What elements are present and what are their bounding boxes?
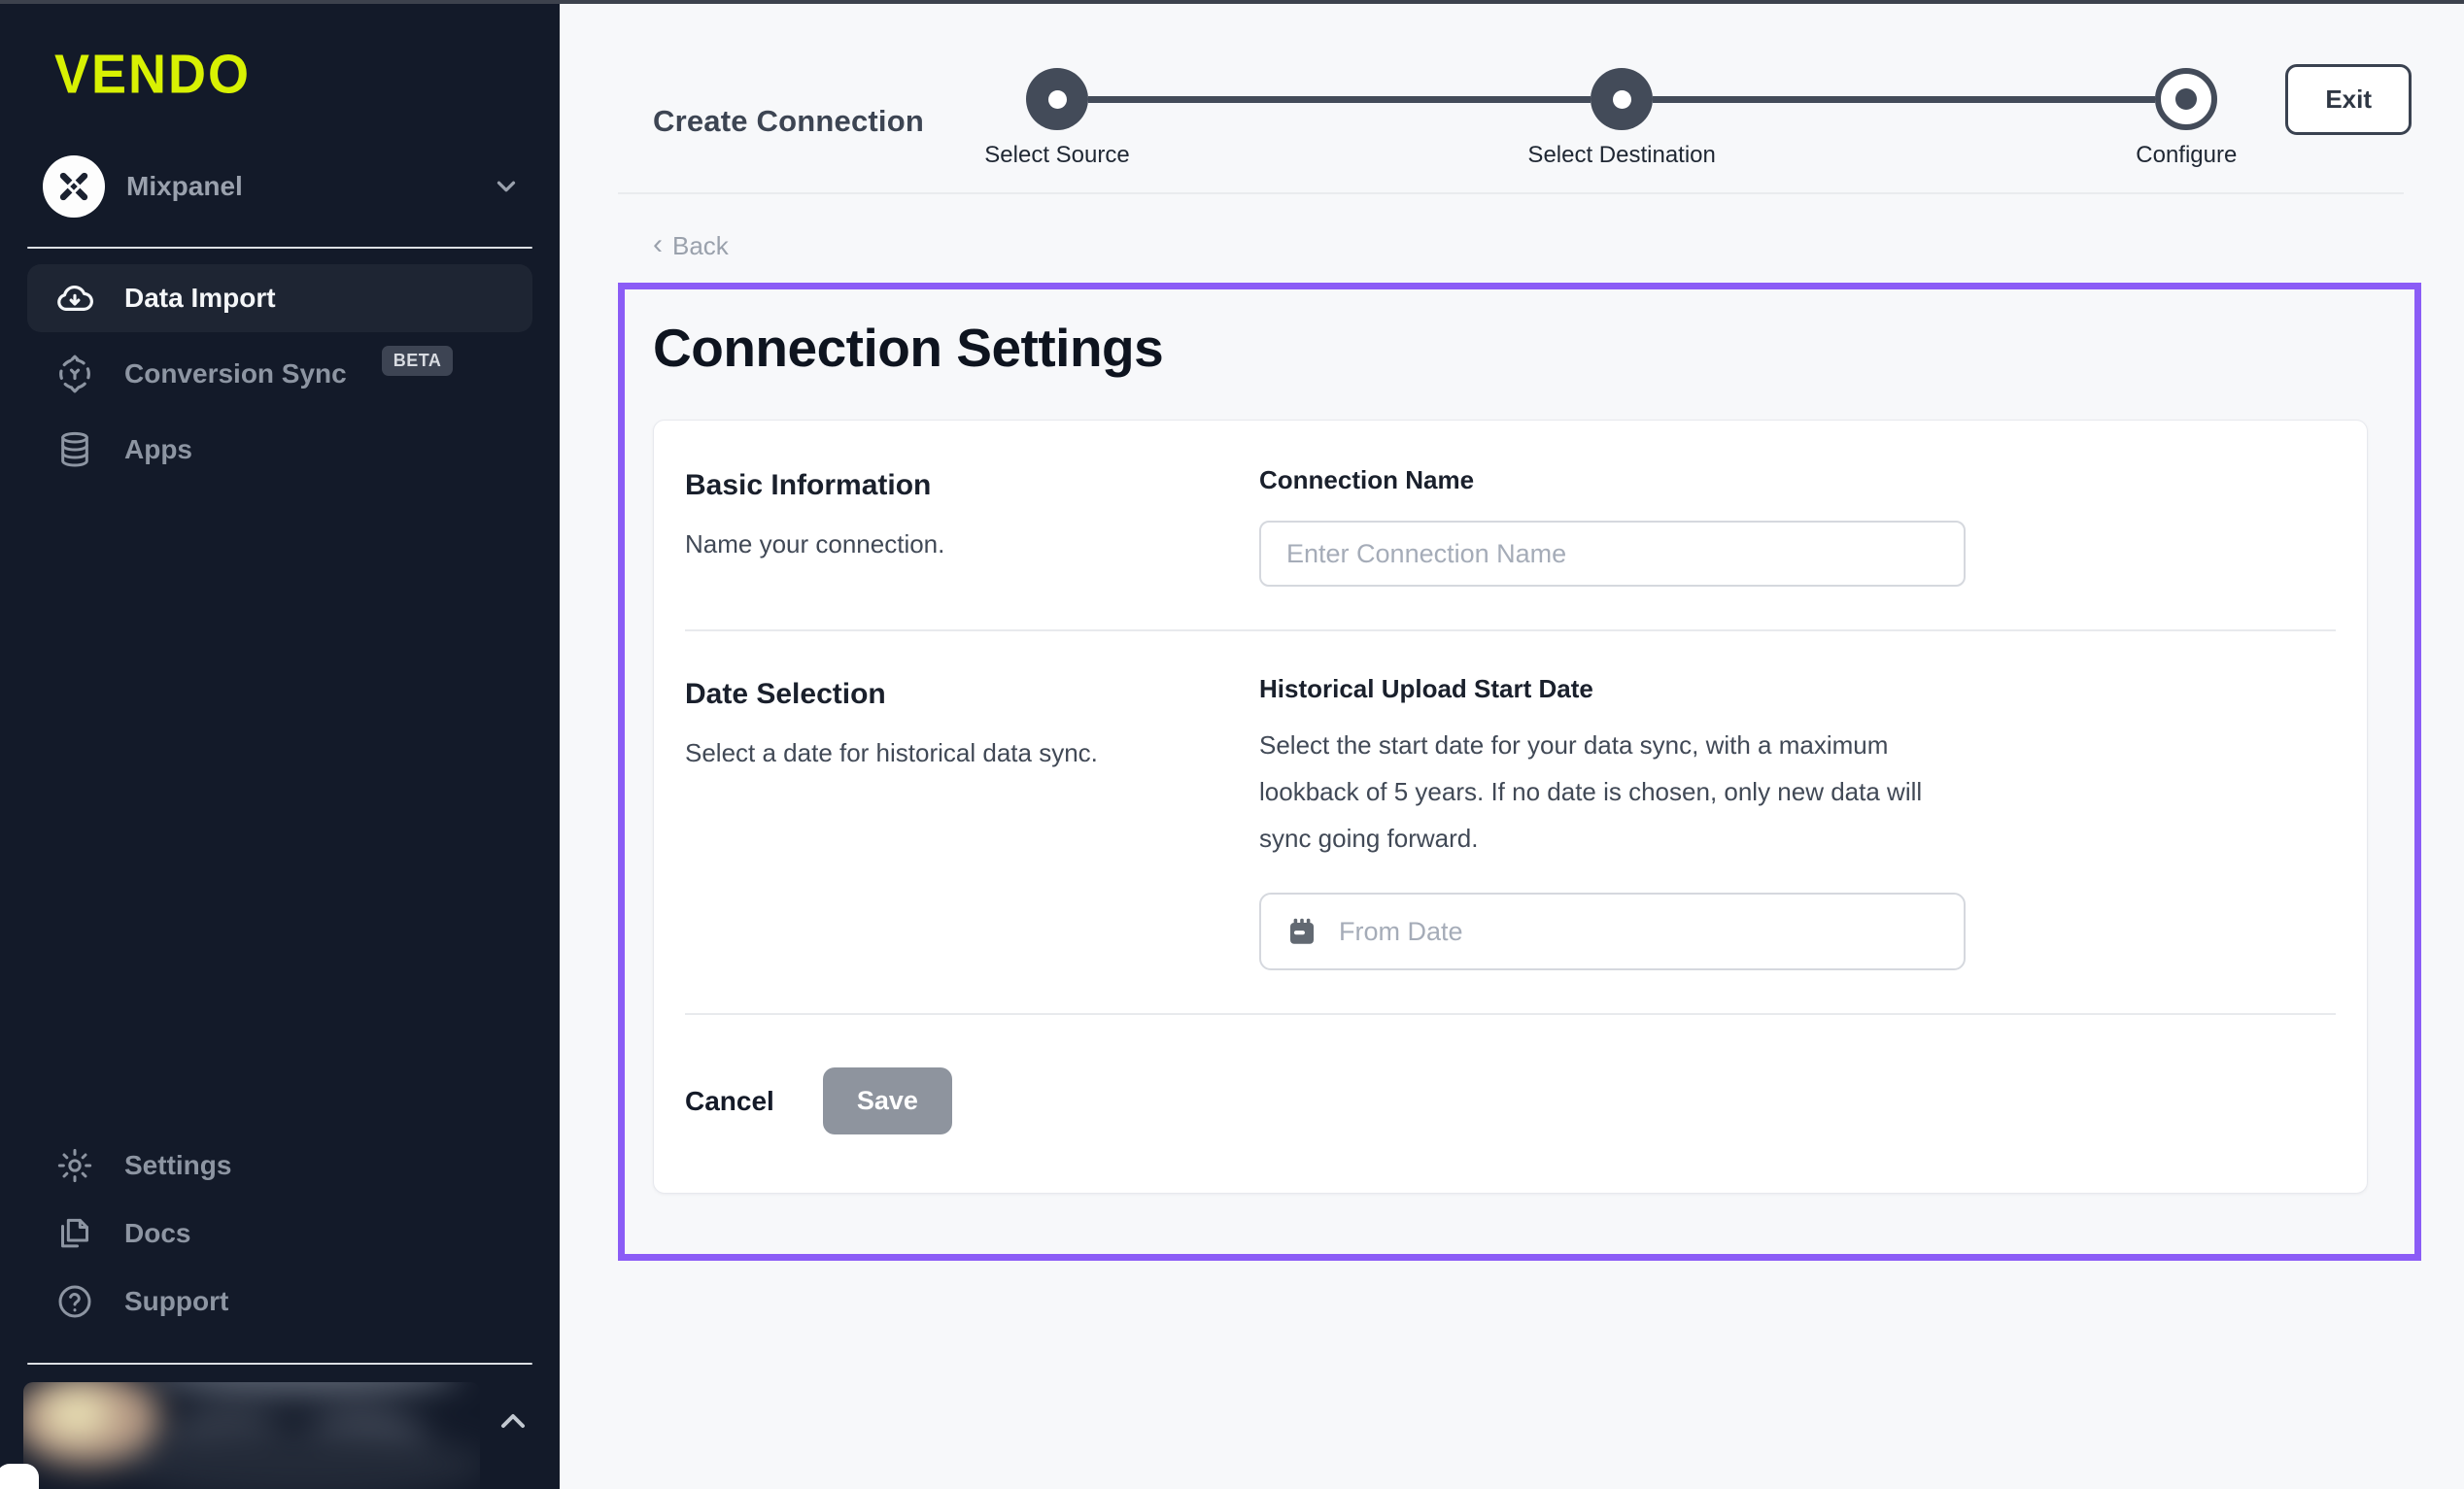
sidebar: VENDO Mixpanel (0, 0, 560, 1489)
step-dot-current (2155, 68, 2217, 130)
section-heading: Date Selection (685, 678, 1259, 711)
sidebar-item-settings[interactable]: Settings (27, 1132, 532, 1200)
section-divider (685, 629, 2336, 631)
calendar-icon (1284, 914, 1319, 949)
connection-name-label: Connection Name (1259, 465, 1966, 495)
step-select-source: Select Source (1026, 68, 1088, 130)
back-link[interactable]: ‹ Back (653, 231, 729, 261)
step-connector (1653, 96, 2155, 103)
start-date-label: Historical Upload Start Date (1259, 674, 1966, 704)
sidebar-item-docs[interactable]: Docs (27, 1200, 532, 1268)
app-window: VENDO Mixpanel (0, 0, 2464, 1489)
from-date-field[interactable] (1259, 893, 1966, 970)
save-button[interactable]: Save (823, 1067, 952, 1134)
user-account-area (23, 1365, 532, 1489)
chevron-down-icon (492, 172, 521, 201)
step-label: Select Destination (1527, 142, 1715, 169)
sidebar-item-apps[interactable]: Apps (27, 416, 532, 484)
gear-icon (54, 1145, 95, 1186)
sidebar-item-label: Settings (124, 1150, 231, 1181)
step-dot-complete (1591, 68, 1653, 130)
sidebar-item-conversion-sync[interactable]: Conversion Sync BETA (27, 340, 532, 408)
start-date-description: Select the start date for your data sync… (1259, 722, 1949, 862)
window-corner-artifact (0, 1464, 39, 1489)
form-actions: Cancel Save (685, 1067, 2336, 1134)
section-description: Select a date for historical data sync. (685, 738, 1259, 768)
docs-icon (54, 1213, 95, 1254)
connection-settings-card: Basic Information Name your connection. … (653, 420, 2368, 1194)
wizard-header: Create Connection Select Source Select D… (618, 0, 2421, 192)
workspace-switcher[interactable]: Mixpanel (43, 155, 532, 218)
chevron-left-icon: ‹ (653, 230, 663, 259)
connection-name-input[interactable] (1259, 521, 1966, 587)
exit-button[interactable]: Exit (2285, 64, 2412, 135)
user-account-card[interactable] (23, 1382, 480, 1489)
sidebar-item-label: Data Import (124, 283, 276, 314)
sidebar-item-label: Docs (124, 1218, 190, 1249)
sidebar-item-label: Support (124, 1286, 228, 1317)
blurred-user-info (23, 1382, 480, 1489)
wizard-title: Create Connection (653, 104, 924, 139)
step-label: Select Source (984, 142, 1129, 169)
sidebar-footer: Settings Docs (27, 1132, 532, 1489)
back-label: Back (672, 231, 729, 261)
window-top-edge (0, 0, 2464, 4)
sidebar-item-data-import[interactable]: Data Import (27, 264, 532, 332)
sidebar-item-label: Apps (124, 434, 192, 465)
sidebar-item-label: Conversion Sync (124, 358, 347, 389)
sidebar-nav: Data Import Conversion Sync BETA (27, 264, 532, 484)
step-connector (1088, 96, 1591, 103)
cancel-button[interactable]: Cancel (685, 1086, 774, 1117)
date-selection-section: Date Selection Select a date for histori… (685, 674, 2336, 970)
vendo-logo: VENDO (54, 44, 532, 106)
sync-arrows-icon (54, 354, 95, 394)
main-content: Create Connection Select Source Select D… (560, 0, 2464, 1489)
header-divider (618, 192, 2404, 194)
wizard-stepper: Select Source Select Destination Configu… (1026, 68, 2217, 130)
page-title: Connection Settings (653, 317, 2368, 379)
step-configure: Configure (2155, 68, 2217, 130)
step-dot-complete (1026, 68, 1088, 130)
section-description: Name your connection. (685, 529, 1259, 559)
section-heading: Basic Information (685, 469, 1259, 502)
cloud-download-icon (54, 278, 95, 319)
from-date-input[interactable] (1339, 917, 1940, 947)
step-label: Configure (2136, 142, 2237, 169)
help-circle-icon (54, 1281, 95, 1322)
step-select-destination: Select Destination (1591, 68, 1653, 130)
sidebar-item-support[interactable]: Support (27, 1268, 532, 1336)
beta-badge: BETA (382, 346, 454, 376)
section-divider (685, 1013, 2336, 1015)
basic-information-section: Basic Information Name your connection. … (685, 465, 2336, 587)
chevron-up-icon[interactable] (494, 1402, 532, 1440)
mixpanel-logo-icon (43, 155, 105, 218)
configure-step-highlight: Connection Settings Basic Information Na… (618, 283, 2421, 1261)
database-icon (54, 429, 95, 470)
sidebar-divider-top (27, 247, 532, 249)
workspace-name: Mixpanel (126, 171, 470, 202)
